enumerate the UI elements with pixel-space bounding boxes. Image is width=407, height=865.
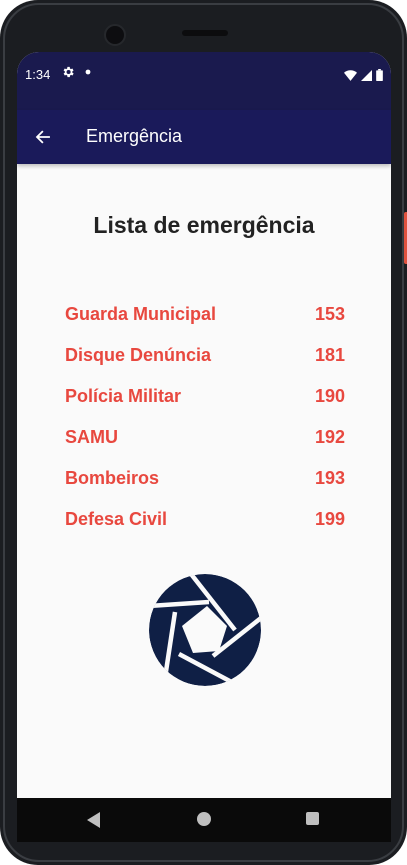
nav-home-icon[interactable]: [197, 812, 211, 826]
emergency-contact-row[interactable]: Polícia Militar 190: [65, 383, 345, 424]
contact-number: 192: [314, 427, 345, 447]
emergency-contact-row[interactable]: Guarda Municipal 153: [65, 301, 345, 342]
phone-frame: 1:34 Emergência Lista de emergência Guar…: [0, 0, 407, 865]
dot-icon: [85, 65, 91, 82]
emergency-contact-row[interactable]: SAMU 192: [65, 424, 345, 465]
nav-back-icon[interactable]: [87, 812, 101, 833]
screen: 1:34 Emergência Lista de emergência Guar…: [17, 52, 391, 798]
contact-number: 181: [314, 345, 345, 365]
contact-name: Bombeiros: [65, 468, 160, 488]
wifi-icon: [344, 68, 357, 86]
emergency-contact-row[interactable]: Bombeiros 193: [65, 465, 345, 506]
nav-recents-icon[interactable]: [306, 812, 319, 825]
emergency-list: Guarda Municipal 153 Disque Denúncia 181…: [65, 301, 345, 547]
camera-shutter-icon: [149, 574, 261, 686]
status-time: 1:34: [25, 67, 51, 82]
contact-name: Defesa Civil: [65, 509, 168, 529]
contact-name: Polícia Militar: [65, 386, 182, 406]
status-bar: 1:34: [17, 52, 391, 110]
battery-icon: [376, 68, 383, 86]
app-bar-title: Emergência: [86, 126, 183, 146]
emergency-contact-row[interactable]: Defesa Civil 199: [65, 506, 345, 547]
emergency-contact-row[interactable]: Disque Denúncia 181: [65, 342, 345, 383]
contact-number: 193: [314, 468, 345, 488]
app-bar: Emergência: [17, 110, 391, 164]
earpiece-speaker: [182, 30, 228, 36]
status-icons: [344, 68, 383, 86]
front-camera: [104, 24, 126, 46]
contact-name: Guarda Municipal: [65, 304, 217, 324]
signal-icon: [361, 68, 372, 86]
contact-number: 199: [314, 509, 345, 529]
gear-icon: [61, 65, 75, 82]
arrow-left-icon[interactable]: [29, 123, 57, 151]
system-nav-bar: [17, 798, 391, 842]
contact-name: Disque Denúncia: [65, 345, 212, 365]
contact-name: SAMU: [65, 427, 118, 447]
page-heading: Lista de emergência: [93, 212, 315, 238]
contact-number: 153: [314, 304, 345, 324]
contact-number: 190: [314, 386, 345, 406]
